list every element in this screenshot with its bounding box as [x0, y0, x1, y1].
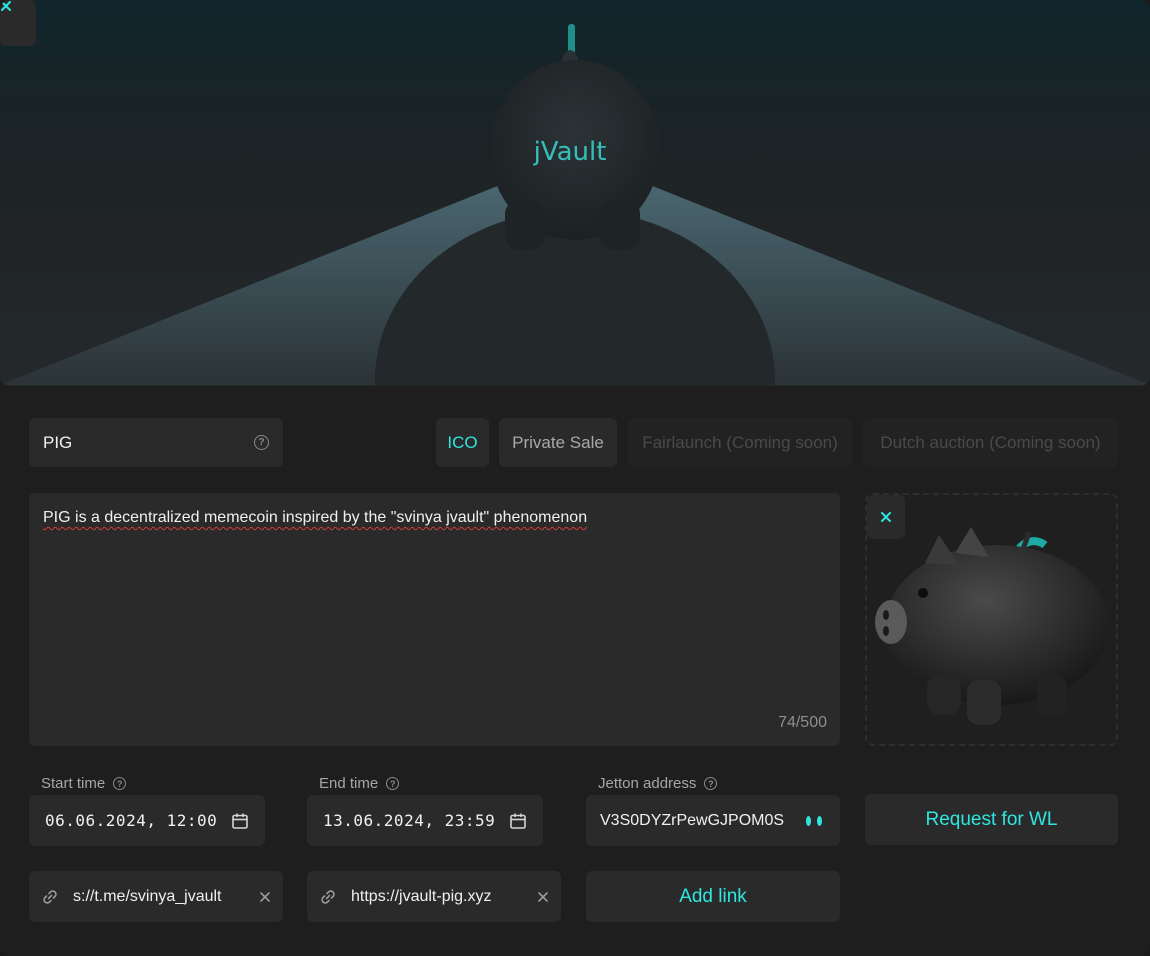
- loading-indicator: [806, 815, 822, 826]
- end-time-label: End time ?: [319, 775, 400, 792]
- character-counter: 74/500: [778, 714, 827, 731]
- end-time-label-text: End time: [319, 775, 379, 792]
- start-time-label-text: Start time: [41, 775, 106, 792]
- tab-fairlaunch: Fairlaunch (Coming soon): [628, 418, 852, 467]
- help-icon[interactable]: ?: [113, 777, 127, 790]
- calendar-icon[interactable]: [231, 812, 249, 830]
- add-link-button[interactable]: Add link: [586, 871, 840, 922]
- start-time-label: Start time ?: [41, 775, 127, 792]
- end-time-value: 13.06.2024, 23:59: [323, 811, 496, 830]
- link-value-1: s://t.me/svinya_jvault: [73, 887, 222, 905]
- link-icon: [321, 889, 335, 904]
- jetton-address-label-text: Jetton address: [598, 775, 697, 792]
- tab-dutch-auction: Dutch auction (Coming soon): [863, 418, 1118, 467]
- jetton-address-value: V3S0DYZrPewGJPOM0S: [600, 811, 785, 829]
- close-icon: [1, 1, 11, 11]
- description-textarea[interactable]: PIG is a decentralized memecoin inspired…: [29, 493, 840, 746]
- create-sale-panel: jVault PIG ? ICO Private Sale Fairlaunch…: [0, 0, 1150, 956]
- remove-image-button[interactable]: [867, 495, 905, 539]
- link-icon: [43, 889, 57, 904]
- start-time-value: 06.06.2024, 12:00: [45, 811, 218, 830]
- request-wl-button[interactable]: Request for WL: [865, 794, 1118, 845]
- jetton-address-input[interactable]: V3S0DYZrPewGJPOM0S: [586, 795, 840, 846]
- description-text: PIG is a decentralized memecoin inspired…: [43, 509, 588, 526]
- clear-icon[interactable]: [259, 891, 271, 903]
- link-value-2: https://jvault-pig.xyz: [351, 887, 492, 905]
- help-icon[interactable]: ?: [386, 777, 400, 790]
- banner-brand-text: jVault: [533, 137, 607, 167]
- token-name-input[interactable]: PIG ?: [29, 418, 283, 467]
- close-icon: [881, 512, 891, 522]
- link-input-1[interactable]: s://t.me/svinya_jvault: [29, 871, 283, 922]
- banner-illustration: jVault: [0, 24, 1150, 386]
- tab-ico[interactable]: ICO: [436, 418, 489, 467]
- help-icon[interactable]: ?: [254, 435, 269, 450]
- token-image-upload[interactable]: [865, 493, 1118, 746]
- tab-private-sale[interactable]: Private Sale: [499, 418, 617, 467]
- link-input-2[interactable]: https://jvault-pig.xyz: [307, 871, 561, 922]
- jetton-address-label: Jetton address ?: [598, 775, 718, 792]
- close-banner-button[interactable]: [0, 0, 36, 46]
- end-time-input[interactable]: 13.06.2024, 23:59: [307, 795, 543, 846]
- banner-image: jVault: [0, 0, 1150, 386]
- calendar-icon[interactable]: [509, 812, 527, 830]
- help-icon[interactable]: ?: [704, 777, 718, 790]
- start-time-input[interactable]: 06.06.2024, 12:00: [29, 795, 265, 846]
- clear-icon[interactable]: [537, 891, 549, 903]
- token-name-value: PIG: [43, 432, 73, 452]
